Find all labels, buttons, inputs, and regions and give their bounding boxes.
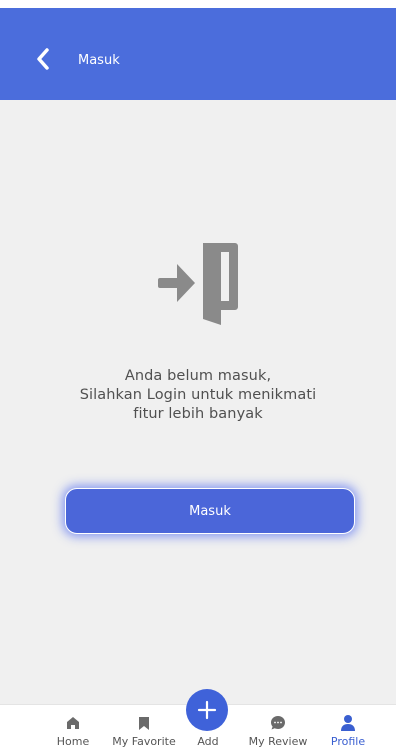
nav-item-home[interactable]: Home bbox=[48, 705, 98, 749]
nav-label-profile: Profile bbox=[330, 735, 366, 748]
add-button[interactable] bbox=[186, 689, 228, 731]
nav-item-my-favorite[interactable]: My Favorite bbox=[106, 705, 182, 749]
nav-item-my-review[interactable]: My Review bbox=[240, 705, 316, 749]
plus-icon bbox=[197, 700, 217, 720]
home-icon bbox=[66, 714, 80, 732]
login-required-message: Anda belum masuk, Silahkan Login untuk m… bbox=[79, 368, 317, 422]
status-strip bbox=[0, 0, 396, 8]
nav-label-my-favorite: My Favorite bbox=[112, 735, 176, 748]
page-title: Masuk bbox=[78, 53, 120, 68]
nav-item-profile[interactable]: Profile bbox=[322, 705, 374, 749]
nav-label-my-review: My Review bbox=[248, 735, 308, 748]
chevron-left-icon bbox=[37, 48, 49, 70]
nav-label-add: Add bbox=[197, 735, 219, 748]
login-button[interactable]: Masuk bbox=[65, 488, 355, 534]
login-door-icon bbox=[158, 243, 238, 325]
back-button[interactable] bbox=[28, 44, 58, 74]
user-icon bbox=[340, 714, 356, 732]
nav-label-home: Home bbox=[56, 735, 90, 748]
bookmark-icon bbox=[138, 714, 150, 732]
app-bar: Masuk bbox=[0, 8, 396, 100]
main-content: Anda belum masuk, Silahkan Login untuk m… bbox=[0, 100, 396, 704]
chat-bubble-icon bbox=[270, 714, 286, 732]
